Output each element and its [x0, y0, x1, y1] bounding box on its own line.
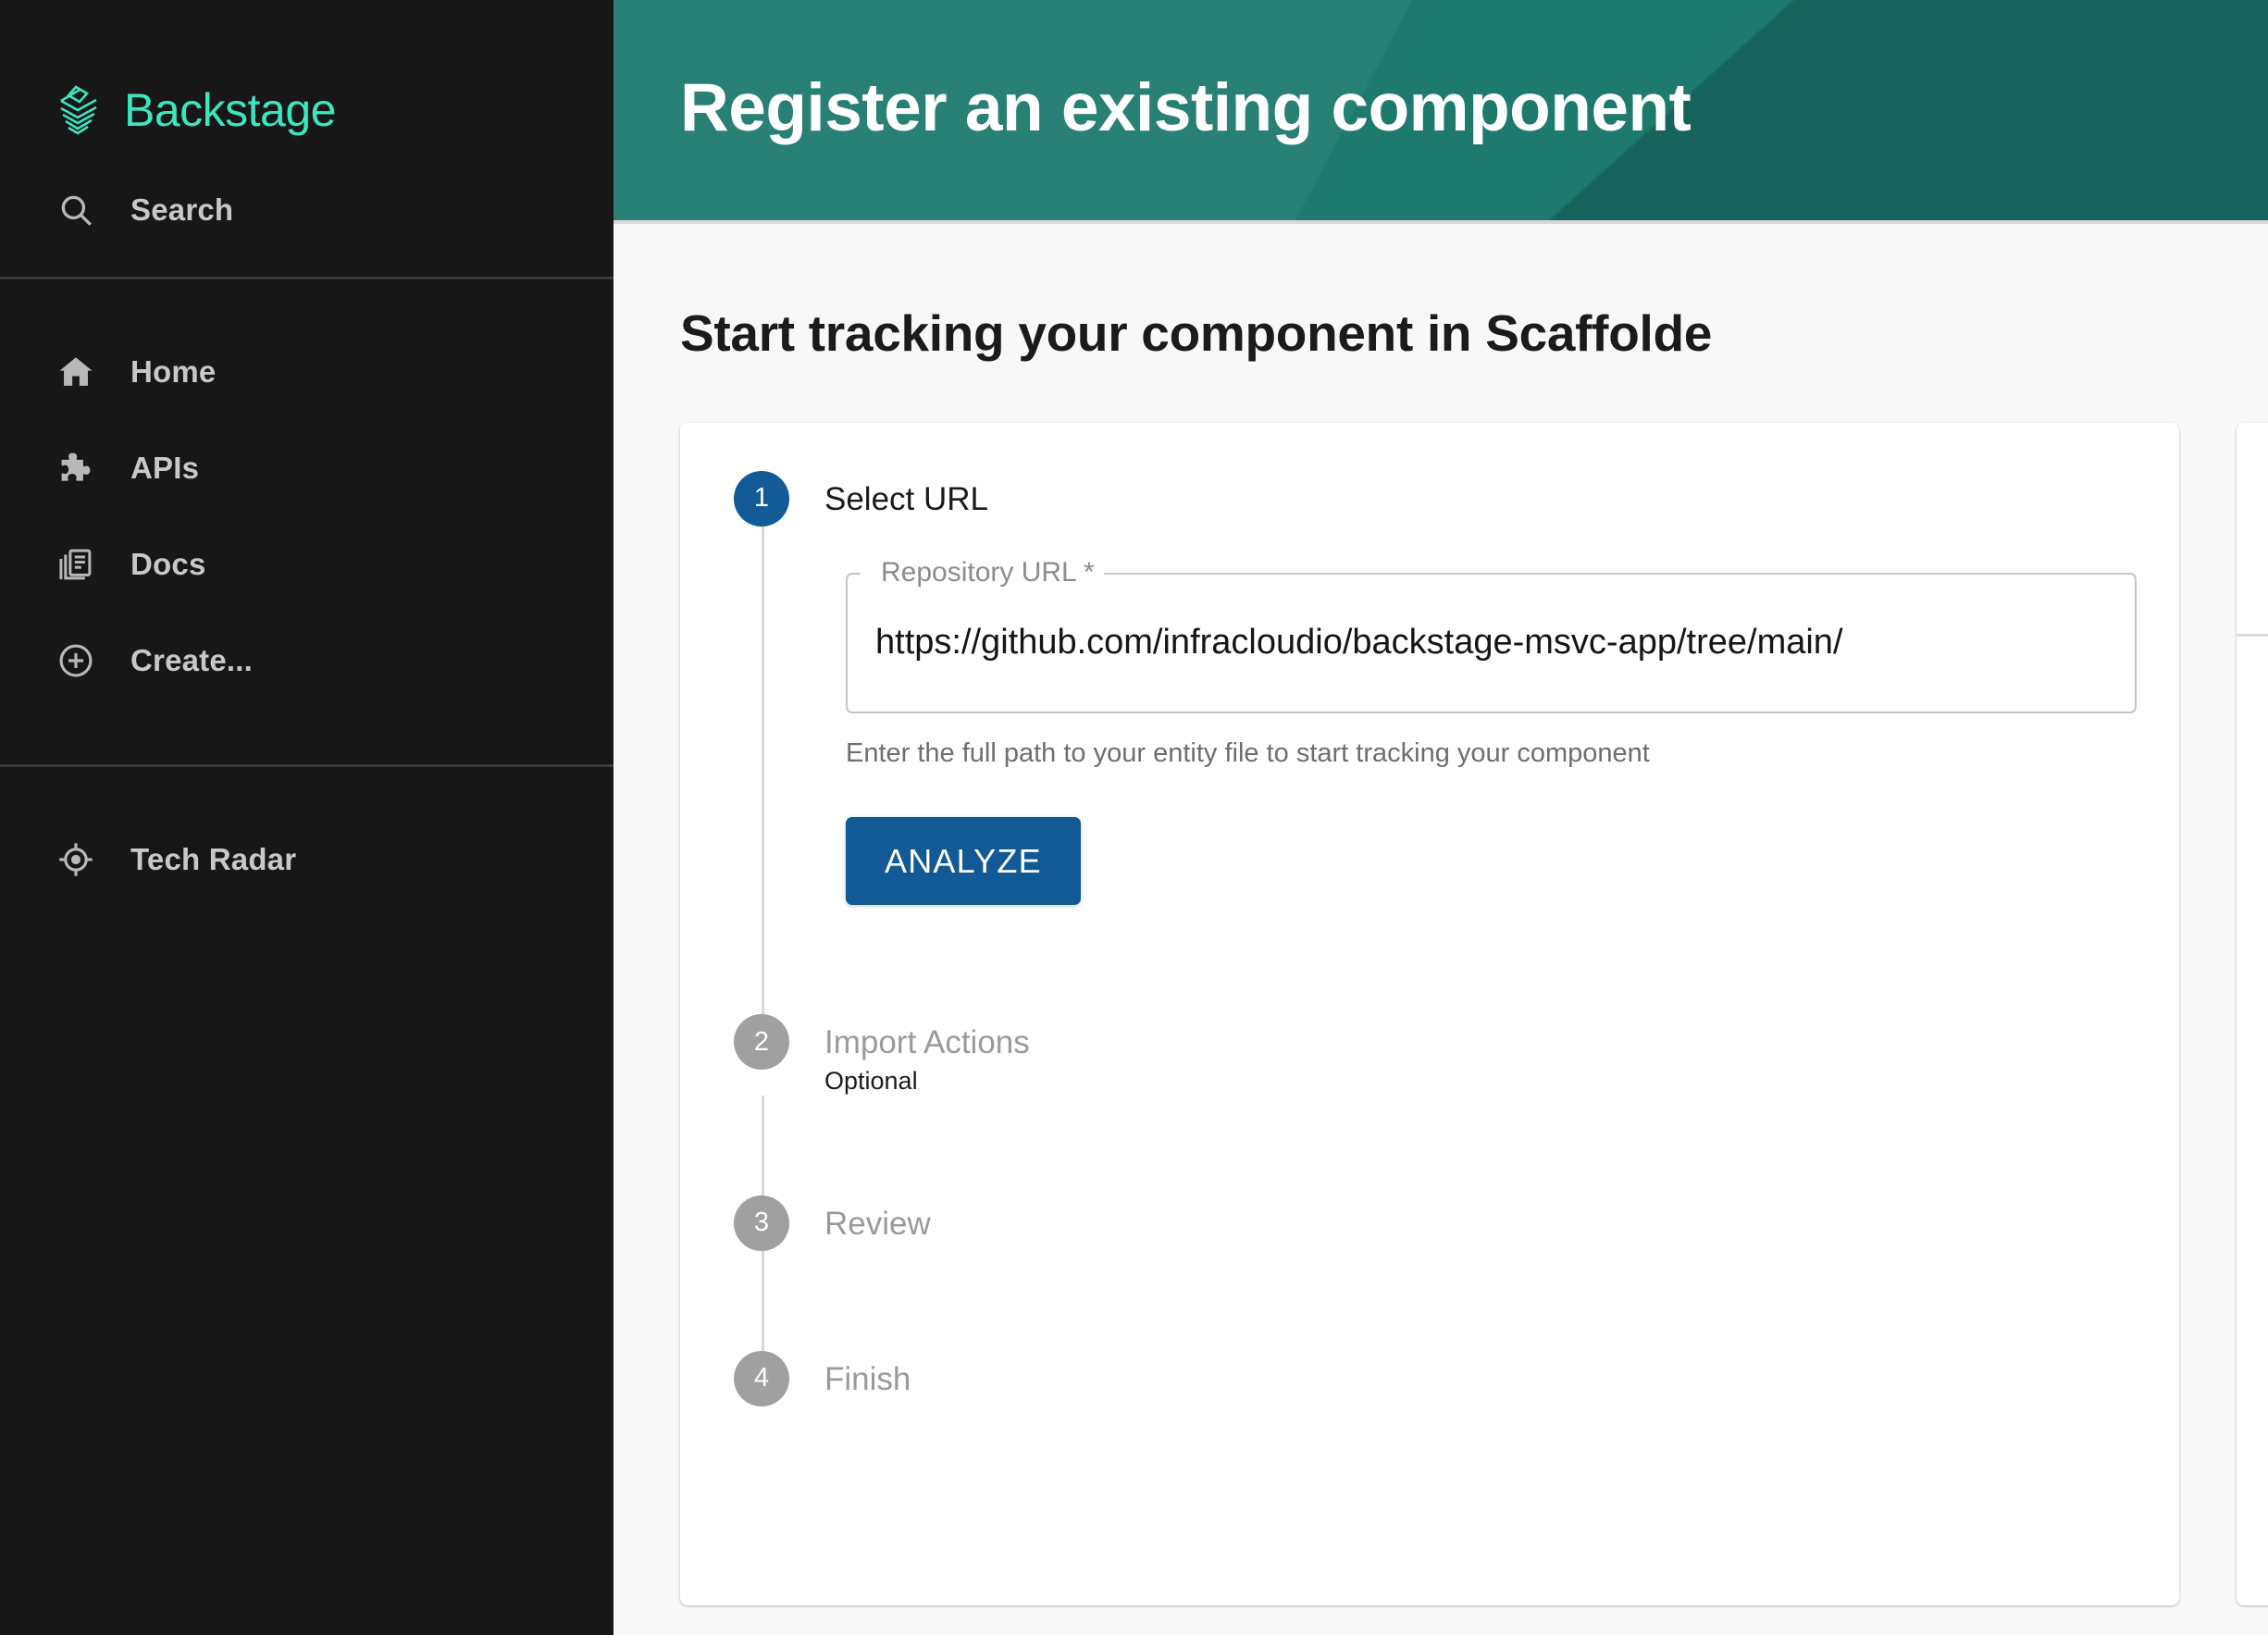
sidebar-item-label-docs: Docs — [130, 547, 206, 581]
sidebar-item-search[interactable]: Search — [0, 162, 613, 258]
stepper-step-4-labels: Finish — [824, 1351, 911, 1398]
stepper-step-2-label: Import Actions — [824, 1024, 1030, 1061]
home-icon — [56, 352, 96, 392]
page-content: Start tracking your component in Scaffol… — [613, 224, 2268, 1635]
section-title: Start tracking your component in Scaffol… — [680, 304, 1713, 362]
sidebar: Backstage Search Home APIs Docs Create..… — [0, 0, 613, 1635]
stepper-step-3-labels: Review — [824, 1195, 931, 1243]
stepper-step-2-head[interactable]: 2 Import Actions Optional — [680, 1014, 2179, 1096]
brand-name: Backstage — [124, 83, 336, 136]
repository-url-field[interactable]: Repository URL * Repository URL * — [846, 552, 2137, 713]
stepper-step-2[interactable]: 2 Import Actions Optional — [680, 1014, 2179, 1096]
step-number-badge-4: 4 — [734, 1350, 789, 1406]
sidebar-item-label-tech-radar: Tech Radar — [130, 842, 297, 876]
sidebar-item-apis[interactable]: APIs — [0, 420, 613, 516]
page-header: Register an existing component — [613, 0, 2268, 220]
stepper-step-3-label: Review — [824, 1205, 931, 1242]
step-number-badge-2: 2 — [734, 1014, 789, 1071]
example-snippet-card-body — [2237, 637, 2268, 1016]
sidebar-item-label-apis: APIs — [130, 451, 200, 485]
plus-circle-icon — [56, 640, 96, 681]
repository-url-input[interactable] — [875, 572, 2125, 713]
step-number-badge-1: 1 — [734, 470, 789, 526]
library-books-icon — [56, 544, 96, 585]
radar-target-icon — [56, 839, 96, 880]
puzzle-piece-icon — [56, 448, 96, 489]
sidebar-item-docs[interactable]: Docs — [0, 516, 613, 613]
step-number-badge-3: 3 — [734, 1195, 789, 1251]
sidebar-item-label-search: Search — [130, 192, 234, 227]
stepper-step-4-label: Finish — [824, 1360, 911, 1397]
repository-url-helper-text: Enter the full path to your entity file … — [846, 737, 1650, 768]
main-area: Register an existing component Start tra… — [613, 0, 2268, 1635]
sidebar-item-create[interactable]: Create... — [0, 613, 613, 709]
sidebar-item-label-home: Home — [130, 354, 217, 389]
stepper-step-1-body: Repository URL * Repository URL * Enter … — [762, 526, 2179, 915]
stepper-connector-2-3 — [762, 1095, 764, 1195]
search-icon — [56, 190, 96, 230]
stepper-connector-1-2 — [762, 914, 764, 1015]
brand[interactable]: Backstage — [0, 0, 613, 162]
sidebar-item-home[interactable]: Home — [0, 324, 613, 420]
stepper-step-2-labels: Import Actions Optional — [824, 1014, 1030, 1096]
stepper-step-3[interactable]: 3 Review — [680, 1195, 2179, 1251]
stepper-card: 1 Select URL Repository URL * Repository… — [680, 422, 2179, 1605]
stepper-step-1[interactable]: 1 Select URL Repository URL * Repository… — [680, 470, 2179, 915]
example-snippet-card — [2237, 422, 2268, 1605]
panels: 1 Select URL Repository URL * Repository… — [680, 422, 2268, 1605]
stepper-connector-3-4 — [762, 1250, 764, 1351]
sidebar-item-label-create: Create... — [130, 643, 254, 677]
stepper-step-1-labels: Select URL — [824, 471, 988, 518]
page-title: Register an existing component — [680, 70, 1692, 145]
stepper-step-1-label: Select URL — [824, 480, 989, 517]
analyze-button[interactable]: ANALYZE — [846, 817, 1081, 906]
stepper-step-3-head[interactable]: 3 Review — [680, 1195, 2179, 1251]
stepper-step-1-head[interactable]: 1 Select URL — [680, 470, 2179, 526]
app-root: Backstage Search Home APIs Docs Create..… — [0, 0, 2268, 1635]
sidebar-item-tech-radar[interactable]: Tech Radar — [0, 811, 613, 908]
backstage-logo-icon — [56, 84, 104, 136]
stepper-step-2-sublabel: Optional — [824, 1066, 918, 1095]
stepper-step-4[interactable]: 4 Finish — [680, 1350, 2179, 1406]
example-snippet-card-header — [2237, 423, 2268, 634]
stepper-step-4-head[interactable]: 4 Finish — [680, 1350, 2179, 1406]
